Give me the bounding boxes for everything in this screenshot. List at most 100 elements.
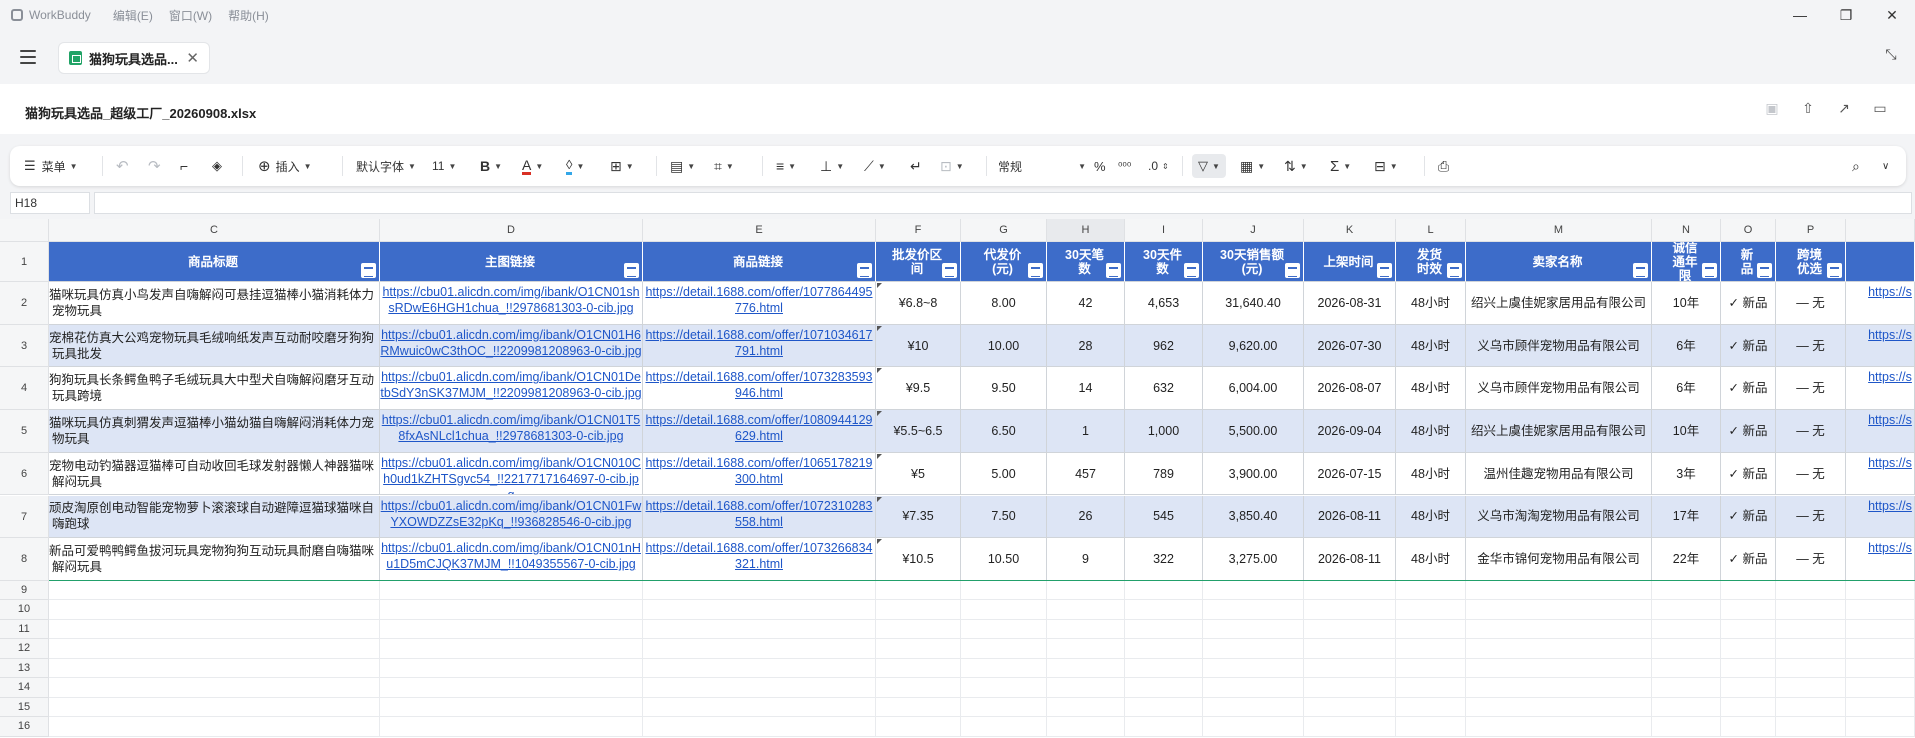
empty-cell[interactable] bbox=[1652, 639, 1721, 659]
empty-cell[interactable] bbox=[1304, 697, 1396, 718]
empty-cell[interactable] bbox=[1125, 600, 1203, 620]
empty-cell[interactable] bbox=[1304, 678, 1396, 698]
empty-cell[interactable] bbox=[1304, 600, 1396, 620]
share-icon[interactable]: ↗ bbox=[1834, 100, 1854, 120]
folder-icon[interactable]: ▭ bbox=[1870, 100, 1890, 120]
empty-cell[interactable] bbox=[1203, 619, 1304, 640]
row-header[interactable]: 2 bbox=[0, 282, 49, 325]
empty-cell[interactable] bbox=[1047, 678, 1125, 698]
select-all-corner[interactable] bbox=[0, 219, 49, 242]
product-link-cell[interactable]: https://detail.1688.com/offer/1071034617… bbox=[643, 324, 876, 368]
decimal-button[interactable]: .0 ⇕ bbox=[1148, 154, 1169, 178]
header-cell[interactable]: 商品链接 bbox=[643, 242, 876, 282]
empty-cell[interactable] bbox=[1466, 619, 1652, 640]
empty-cell[interactable] bbox=[1396, 658, 1466, 679]
column-header[interactable]: C bbox=[49, 219, 380, 242]
empty-cell[interactable] bbox=[1776, 619, 1846, 640]
empty-cell[interactable] bbox=[1304, 619, 1396, 640]
column-header[interactable]: H bbox=[1047, 219, 1125, 242]
header-cell[interactable]: 30天销售额(元) bbox=[1203, 242, 1304, 282]
empty-cell[interactable] bbox=[1304, 639, 1396, 659]
merge-cells-button[interactable]: ⊡ ▼ bbox=[940, 154, 964, 178]
format-painter-icon[interactable]: ⌐ bbox=[180, 154, 188, 178]
empty-cell[interactable] bbox=[1652, 717, 1721, 737]
empty-cell[interactable] bbox=[1047, 658, 1125, 679]
spreadsheet-grid[interactable]: C D E F G H I J K L M N O P 1 商品标题 主图链接 商品链接 批发价区间 代发价(元) 30… bbox=[0, 219, 1915, 738]
insert-button[interactable]: ⊕ 插入 ▼ bbox=[258, 154, 312, 178]
empty-cell[interactable] bbox=[1652, 580, 1721, 601]
empty-cell[interactable] bbox=[1125, 619, 1203, 640]
empty-cell[interactable] bbox=[1047, 639, 1125, 659]
empty-cell[interactable] bbox=[643, 697, 876, 718]
empty-cell[interactable] bbox=[1846, 600, 1915, 620]
header-cell[interactable]: 上架时间 bbox=[1304, 242, 1396, 282]
align-vertical-button[interactable]: ⊥ ▼ bbox=[820, 154, 844, 178]
empty-cell[interactable] bbox=[380, 580, 643, 601]
extra-link-cell[interactable]: https://s bbox=[1846, 538, 1915, 581]
column-header[interactable]: P bbox=[1776, 219, 1846, 242]
empty-cell[interactable] bbox=[876, 697, 961, 718]
filter-dropdown-icon[interactable] bbox=[1377, 263, 1392, 278]
empty-cell[interactable] bbox=[1846, 678, 1915, 698]
empty-cell[interactable] bbox=[380, 717, 643, 737]
empty-cell[interactable] bbox=[876, 639, 961, 659]
filter-dropdown-icon[interactable] bbox=[1028, 263, 1043, 278]
empty-cell[interactable] bbox=[876, 678, 961, 698]
empty-cell[interactable] bbox=[1652, 619, 1721, 640]
sort-button[interactable]: ⇅ ▼ bbox=[1284, 154, 1308, 178]
empty-cell[interactable] bbox=[1466, 697, 1652, 718]
empty-cell[interactable] bbox=[1047, 717, 1125, 737]
conditional-format-button[interactable]: ▦ ▼ bbox=[1240, 154, 1265, 178]
column-header[interactable]: L bbox=[1396, 219, 1466, 242]
empty-cell[interactable] bbox=[1304, 658, 1396, 679]
menu-button[interactable]: ☰ 菜单 ▼ bbox=[24, 154, 78, 178]
empty-cell[interactable] bbox=[1846, 697, 1915, 718]
header-cell[interactable]: 批发价区间 bbox=[876, 242, 961, 282]
empty-cell[interactable] bbox=[49, 619, 380, 640]
empty-cell[interactable] bbox=[1203, 697, 1304, 718]
header-cell[interactable]: 主图链接 bbox=[380, 242, 643, 282]
header-cell[interactable] bbox=[1846, 242, 1915, 282]
empty-cell[interactable] bbox=[49, 600, 380, 620]
empty-cell[interactable] bbox=[876, 619, 961, 640]
formula-input[interactable] bbox=[94, 192, 1912, 214]
empty-cell[interactable] bbox=[1125, 717, 1203, 737]
empty-cell[interactable] bbox=[1304, 580, 1396, 601]
column-header[interactable]: I bbox=[1125, 219, 1203, 242]
font-family-select[interactable]: 默认字体 ▼ bbox=[356, 154, 416, 178]
empty-cell[interactable] bbox=[1125, 678, 1203, 698]
upload-icon[interactable]: ⇧ bbox=[1798, 100, 1818, 120]
extra-link-cell[interactable]: https://s bbox=[1846, 324, 1915, 368]
empty-cell[interactable] bbox=[1203, 658, 1304, 679]
empty-cell[interactable] bbox=[1721, 600, 1776, 620]
extra-link-cell[interactable]: https://s bbox=[1846, 367, 1915, 411]
row-header[interactable]: 9 bbox=[0, 580, 49, 601]
empty-cell[interactable] bbox=[643, 580, 876, 601]
filter-dropdown-icon[interactable] bbox=[857, 263, 872, 278]
empty-cell[interactable] bbox=[1721, 658, 1776, 679]
restore-icon[interactable]: ❐ bbox=[1823, 0, 1869, 30]
image-link-cell[interactable]: https://cbu01.alicdn.com/img/ibank/O1CN0… bbox=[380, 495, 643, 539]
filter-dropdown-icon[interactable] bbox=[942, 263, 957, 278]
empty-cell[interactable] bbox=[1652, 697, 1721, 718]
column-header[interactable]: N bbox=[1652, 219, 1721, 242]
empty-cell[interactable] bbox=[380, 697, 643, 718]
empty-cell[interactable] bbox=[1466, 639, 1652, 659]
empty-cell[interactable] bbox=[1652, 600, 1721, 620]
empty-cell[interactable] bbox=[643, 717, 876, 737]
empty-cell[interactable] bbox=[1466, 678, 1652, 698]
header-cell[interactable]: 30天笔数 bbox=[1047, 242, 1125, 282]
align-horizontal-button[interactable]: ≡ ▼ bbox=[776, 154, 796, 178]
column-header[interactable]: K bbox=[1304, 219, 1396, 242]
filter-dropdown-icon[interactable] bbox=[1827, 263, 1842, 278]
font-size-select[interactable]: 11 ▼ bbox=[432, 154, 456, 178]
empty-cell[interactable] bbox=[1776, 658, 1846, 679]
image-link-cell[interactable]: https://cbu01.alicdn.com/img/ibank/O1CN0… bbox=[380, 324, 643, 368]
product-link-cell[interactable]: https://detail.1688.com/offer/1065178219… bbox=[643, 452, 876, 496]
header-cell[interactable]: 代发价(元) bbox=[961, 242, 1047, 282]
column-header[interactable]: J bbox=[1203, 219, 1304, 242]
empty-cell[interactable] bbox=[876, 580, 961, 601]
empty-cell[interactable] bbox=[643, 639, 876, 659]
sum-button[interactable]: Σ ▼ bbox=[1330, 154, 1351, 178]
empty-cell[interactable] bbox=[1125, 639, 1203, 659]
